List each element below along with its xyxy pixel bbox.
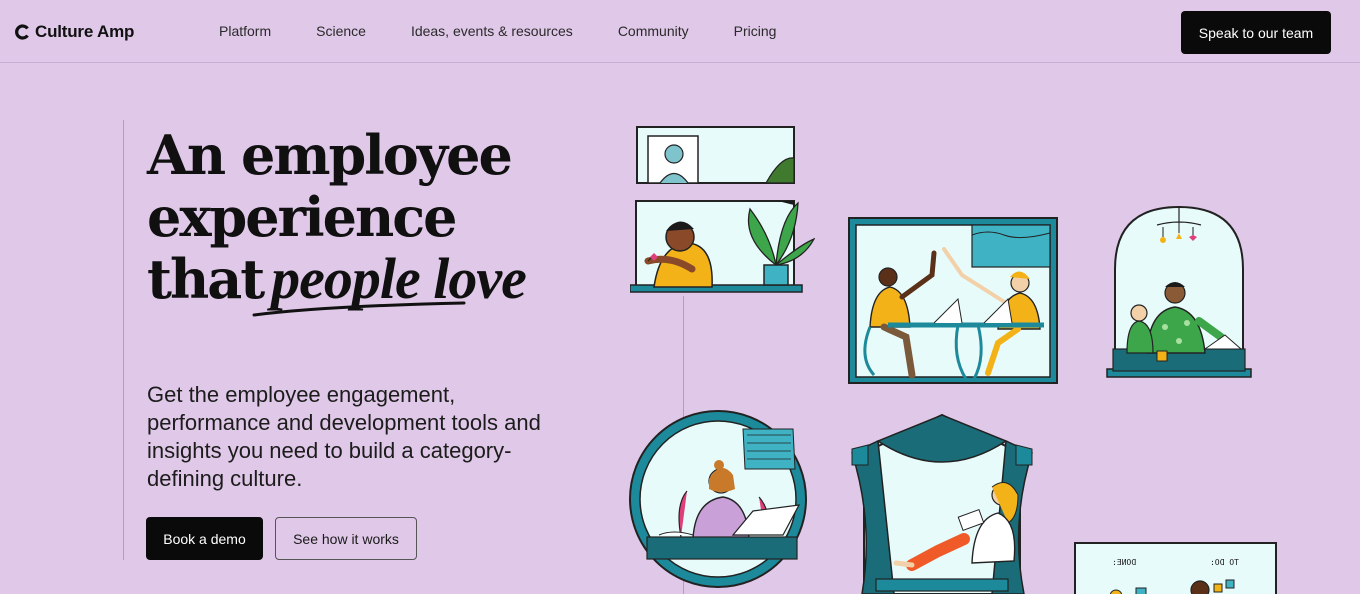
todo-board-person-icon (1109, 579, 1235, 594)
illustration-round-window-laptop (629, 410, 807, 588)
main-nav: Platform Science Ideas, events & resourc… (219, 23, 821, 39)
book-demo-button[interactable]: Book a demo (146, 517, 263, 560)
illustration-self-hug-window (630, 200, 815, 293)
headline-line-1: An employee (147, 123, 513, 187)
illustration-high-five-window (848, 217, 1058, 384)
headline-line-2: experience (147, 185, 457, 249)
illustration-curtain-window-reading (851, 413, 1033, 594)
illustration-portrait-window (636, 126, 795, 184)
nav-item-platform[interactable]: Platform (219, 23, 271, 39)
hero-headline: An employee experience that people love (147, 124, 607, 310)
speak-to-team-button[interactable]: Speak to our team (1181, 11, 1331, 54)
nav-item-community[interactable]: Community (618, 23, 689, 39)
culture-amp-logo-icon (15, 24, 29, 40)
site-header: Culture Amp Platform Science Ideas, even… (0, 0, 1360, 63)
see-how-it-works-button[interactable]: See how it works (275, 517, 417, 560)
hero-subcopy: Get the employee engagement, performance… (147, 382, 541, 491)
hero-divider-left (123, 120, 124, 560)
brand-name: Culture Amp (35, 22, 135, 41)
nav-item-ideas-events-resources[interactable]: Ideas, events & resources (411, 23, 573, 39)
nav-item-science[interactable]: Science (316, 23, 366, 39)
headline-line-3-prefix: that (147, 247, 265, 311)
nav-item-pricing[interactable]: Pricing (734, 23, 777, 39)
illustration-parent-baby-window (1106, 205, 1252, 378)
illustration-todo-board: DONE: TO DO: (1074, 542, 1277, 594)
headline-underline-decoration (252, 301, 466, 317)
brand-logo[interactable]: Culture Amp (14, 20, 134, 44)
